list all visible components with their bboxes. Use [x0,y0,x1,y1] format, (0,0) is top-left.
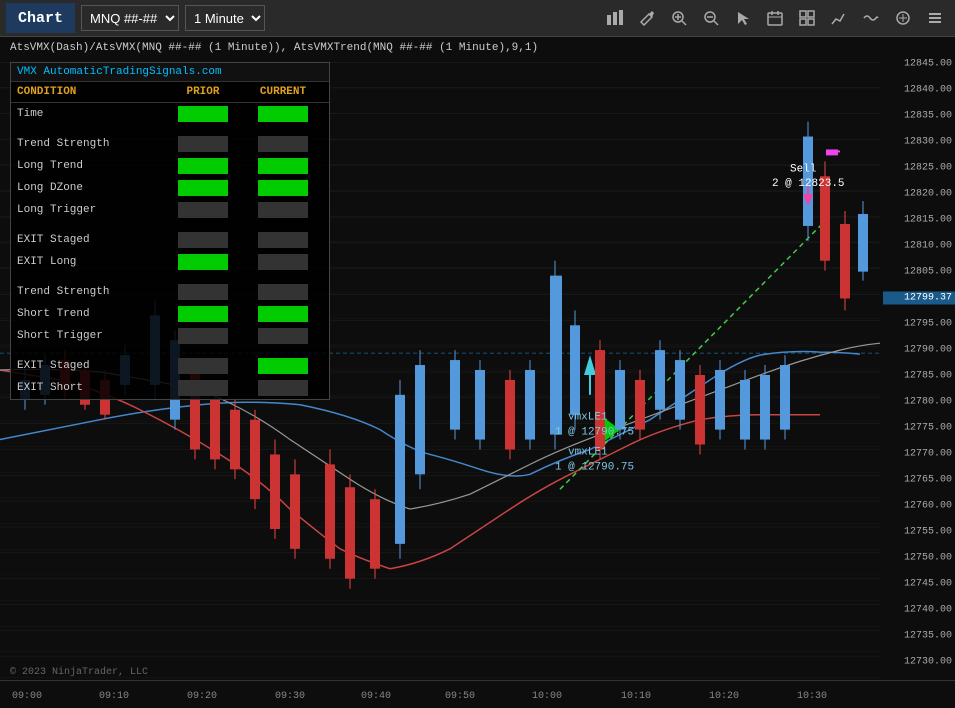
price-12785: 12785.00 [904,371,952,382]
time-0900: 09:00 [12,691,42,702]
price-12770: 12770.00 [904,449,952,460]
wave-icon[interactable] [857,4,885,32]
row-exit-long: EXIT Long [11,251,329,273]
bar-chart-icon[interactable] [601,4,629,32]
svg-text:1 @ 12790.75: 1 @ 12790.75 [555,461,634,473]
row-long-trigger: Long Trigger [11,199,329,221]
time-1000: 10:00 [532,691,562,702]
svg-text:1 @ 12790.75: 1 @ 12790.75 [555,427,634,439]
menu-icon[interactable] [921,4,949,32]
layout-icon[interactable] [793,4,821,32]
svg-text:vmxLE1: vmxLE1 [568,412,608,424]
price-12820: 12820.00 [904,189,952,200]
header-bar: Chart MNQ ##-## 1 Minute [0,0,955,37]
price-12805: 12805.00 [904,267,952,278]
vmx-panel: VMX AutomaticTradingSignals.com CONDITIO… [10,62,330,400]
price-12840: 12840.00 [904,85,952,96]
price-12790: 12790.00 [904,345,952,356]
time-0910: 09:10 [99,691,129,702]
svg-text:Sell: Sell [790,163,816,175]
time-0920: 09:20 [187,691,217,702]
price-12760: 12760.00 [904,501,952,512]
price-12845: 12845.00 [904,59,952,70]
instrument-select[interactable]: MNQ ##-## [81,5,179,31]
price-12780: 12780.00 [904,397,952,408]
price-12815: 12815.00 [904,215,952,226]
time-0930: 09:30 [275,691,305,702]
row-time: Time [11,103,329,125]
price-12835: 12835.00 [904,111,952,122]
row-trend-strength-short: Trend Strength [11,281,329,303]
price-12830: 12830.00 [904,137,952,148]
row-long-trend: Long Trend [11,155,329,177]
chart-title-button[interactable]: Chart [6,3,75,33]
row-long-dzone: Long DZone [11,177,329,199]
price-12745: 12745.00 [904,579,952,590]
time-0950: 09:50 [445,691,475,702]
price-12775: 12775.00 [904,423,952,434]
current-price: 12799.37 [883,292,955,305]
svg-text:vmxLE1: vmxLE1 [568,446,608,458]
time-1020: 10:20 [709,691,739,702]
row-exit-staged-short: EXIT Staged [11,355,329,377]
time-axis: 09:00 09:10 09:20 09:30 09:40 09:50 10:0… [0,680,955,708]
price-12750: 12750.00 [904,553,952,564]
indicator-icon[interactable] [889,4,917,32]
calendar-icon[interactable] [761,4,789,32]
cursor-icon[interactable] [729,4,757,32]
vmx-title: VMX AutomaticTradingSignals.com [11,63,329,82]
price-12755: 12755.00 [904,527,952,538]
row-trend-strength-long: Trend Strength [11,133,329,155]
current-header: CURRENT [243,86,323,98]
copyright-text: © 2023 NinjaTrader, LLC [10,667,148,678]
chart-area[interactable]: AtsVMX(Dash)/AtsVMX(MNQ ##-## (1 Minute)… [0,37,955,708]
toolbar [601,4,949,32]
timeframe-select[interactable]: 1 Minute [185,5,265,31]
price-12735: 12735.00 [904,631,952,642]
zoom-out-icon[interactable] [697,4,725,32]
time-0940: 09:40 [361,691,391,702]
row-short-trigger: Short Trigger [11,325,329,347]
row-exit-staged-long: EXIT Staged [11,229,329,251]
vmx-table-header: CONDITION PRIOR CURRENT [11,82,329,103]
price-12795: 12795.00 [904,319,952,330]
price-12810: 12810.00 [904,241,952,252]
chart-subtitle: AtsVMX(Dash)/AtsVMX(MNQ ##-## (1 Minute)… [10,42,538,54]
prior-header: PRIOR [163,86,243,98]
price-12825: 12825.00 [904,163,952,174]
pencil-icon[interactable] [633,4,661,32]
price-12765: 12765.00 [904,475,952,486]
line-chart-icon[interactable] [825,4,853,32]
price-12740: 12740.00 [904,605,952,616]
zoom-in-icon[interactable] [665,4,693,32]
condition-header: CONDITION [17,86,163,98]
time-1010: 10:10 [621,691,651,702]
price-12730: 12730.00 [904,657,952,668]
time-1030: 10:30 [797,691,827,702]
row-exit-short: EXIT Short [11,377,329,399]
row-short-trend: Short Trend [11,303,329,325]
price-axis: #price-axis { position: absolute; right:… [880,62,955,684]
